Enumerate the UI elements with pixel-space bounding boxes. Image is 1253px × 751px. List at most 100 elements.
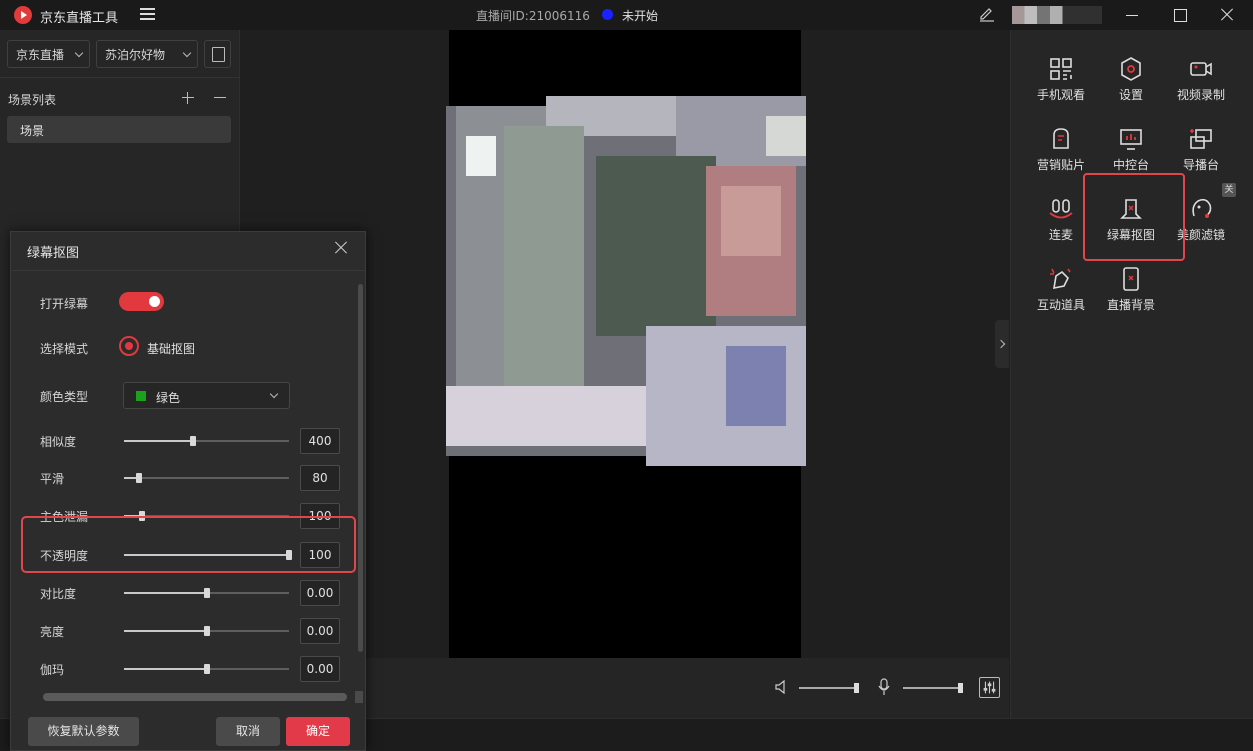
scrollbar-corner xyxy=(355,691,363,703)
dialog-divider xyxy=(11,270,365,271)
slider-track[interactable] xyxy=(124,473,289,483)
product-select[interactable]: 苏泊尔好物 xyxy=(96,40,198,68)
green-screen-dialog: 绿幕抠图 打开绿幕 选择模式 基础抠图 颜色类型 绿色 相似度 400 平滑 80 主色… xyxy=(10,231,366,751)
beauty-status-badge: 关 xyxy=(1222,183,1236,197)
green-screen-highlight xyxy=(1083,173,1185,261)
slider-value-input[interactable]: 0.00 xyxy=(300,580,340,606)
slider-track[interactable] xyxy=(124,626,289,636)
color-type-select[interactable]: 绿色 xyxy=(123,382,290,409)
gear-icon xyxy=(1121,57,1141,81)
maximize-button[interactable] xyxy=(1170,5,1190,25)
tool-live-background[interactable]: 直播背景 xyxy=(1098,260,1164,322)
app-logo-icon xyxy=(14,6,32,24)
edit-icon[interactable] xyxy=(979,6,995,22)
product-select-value: 苏泊尔好物 xyxy=(105,48,166,62)
slider-fill xyxy=(124,592,207,594)
divider xyxy=(0,77,240,78)
hamburger-menu-icon[interactable] xyxy=(140,8,155,20)
app-title: 京东直播工具 xyxy=(40,11,119,26)
mode-radio-basic[interactable] xyxy=(119,336,139,356)
live-status: 未开始 xyxy=(622,9,659,23)
reset-defaults-button[interactable]: 恢复默认参数 xyxy=(28,717,139,746)
slider-value-input[interactable]: 0.00 xyxy=(300,656,340,682)
chevron-down-icon xyxy=(74,48,84,58)
opacity-highlight xyxy=(21,516,356,573)
dialog-title: 绿幕抠图 xyxy=(27,246,80,261)
mode-label: 选择模式 xyxy=(40,342,89,356)
slider-knob[interactable] xyxy=(135,473,142,483)
minimize-button[interactable] xyxy=(1122,5,1142,25)
speaker-volume-slider[interactable] xyxy=(799,683,859,693)
mic-volume-slider[interactable] xyxy=(903,683,963,693)
mic-volume-knob[interactable] xyxy=(958,683,963,693)
slider-label: 亮度 xyxy=(40,625,65,639)
toggle-label: 打开绿幕 xyxy=(40,297,89,311)
slider-value-input[interactable]: 80 xyxy=(300,465,340,491)
slider-track[interactable] xyxy=(124,436,289,446)
video-record-icon xyxy=(1190,62,1212,76)
expand-panel-button[interactable] xyxy=(995,320,1009,368)
slider-fill xyxy=(124,440,194,442)
camera-preview-image xyxy=(446,96,806,466)
platform-select-value: 京东直播 xyxy=(16,48,65,62)
tool-label: 互动道具 xyxy=(1036,298,1085,312)
color-type-label: 颜色类型 xyxy=(40,390,89,404)
slider-label: 平滑 xyxy=(40,472,65,486)
switcher-icon xyxy=(1190,129,1212,149)
color-type-value: 绿色 xyxy=(156,391,181,405)
platform-select[interactable]: 京东直播 xyxy=(7,40,90,68)
add-scene-icon[interactable] xyxy=(182,92,194,104)
tool-mobile-view[interactable]: 手机观看 xyxy=(1028,50,1094,112)
slider-knob[interactable] xyxy=(203,588,210,598)
tool-label: 手机观看 xyxy=(1036,88,1085,102)
slider-knob[interactable] xyxy=(203,664,210,674)
tool-label: 设置 xyxy=(1118,88,1143,102)
slider-label: 相似度 xyxy=(40,435,77,449)
dashboard-icon xyxy=(1120,129,1142,150)
horizontal-scrollbar[interactable] xyxy=(43,693,347,701)
scene-list-item[interactable]: 场景 xyxy=(7,116,231,143)
tool-video-record[interactable]: 视频录制 xyxy=(1168,50,1234,112)
green-screen-toggle[interactable] xyxy=(119,292,164,311)
slider-value-input[interactable]: 0.00 xyxy=(300,618,340,644)
sticker-icon xyxy=(1053,128,1069,149)
tool-label: 导播台 xyxy=(1182,158,1219,172)
color-swatch xyxy=(136,391,146,401)
tool-interactive-props[interactable]: 互动道具 xyxy=(1028,260,1094,322)
slider-fill xyxy=(124,668,207,670)
microphone-icon[interactable] xyxy=(877,678,891,696)
vertical-scrollbar[interactable] xyxy=(358,284,363,652)
slider-knob[interactable] xyxy=(203,626,210,636)
qr-code-icon xyxy=(1050,58,1072,80)
remove-scene-icon[interactable] xyxy=(214,92,226,104)
chevron-down-icon xyxy=(182,48,192,58)
tool-label: 直播背景 xyxy=(1106,298,1155,312)
slider-track[interactable] xyxy=(124,664,289,674)
co-host-icon xyxy=(1049,199,1073,219)
tool-label: 营销贴片 xyxy=(1036,158,1085,172)
close-window-button[interactable] xyxy=(1217,5,1237,25)
confirm-button[interactable]: 确定 xyxy=(286,717,350,746)
chevron-down-icon xyxy=(269,389,279,399)
slider-knob[interactable] xyxy=(190,436,197,446)
cancel-button[interactable]: 取消 xyxy=(216,717,280,746)
speaker-icon[interactable] xyxy=(775,680,789,694)
slider-track[interactable] xyxy=(124,588,289,598)
tool-settings[interactable]: 设置 xyxy=(1098,50,1164,112)
slider-value-input[interactable]: 400 xyxy=(300,428,340,454)
title-bar: 京东直播工具 直播间ID:21006116 未开始 xyxy=(0,0,1253,30)
background-icon xyxy=(1123,267,1139,291)
tool-label: 视频录制 xyxy=(1176,88,1225,102)
scene-list-title: 场景列表 xyxy=(8,93,57,107)
audio-mixer-icon[interactable] xyxy=(979,677,1000,698)
dialog-close-icon[interactable] xyxy=(333,240,349,256)
speaker-volume-knob[interactable] xyxy=(854,683,859,693)
room-id: 直播间ID:21006116 xyxy=(476,9,590,23)
save-icon[interactable] xyxy=(204,40,231,68)
slider-label: 对比度 xyxy=(40,587,77,601)
user-avatar[interactable] xyxy=(1012,6,1102,24)
mode-radio-label: 基础抠图 xyxy=(147,342,196,356)
beauty-filter-icon xyxy=(1192,198,1212,218)
props-icon xyxy=(1050,268,1071,290)
slider-label: 伽玛 xyxy=(40,663,65,677)
